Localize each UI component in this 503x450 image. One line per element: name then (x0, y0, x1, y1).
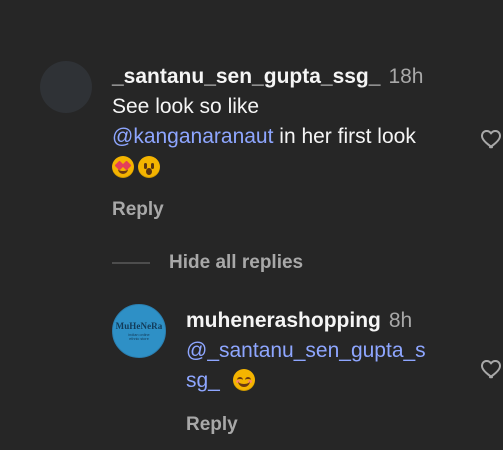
comment-body-suffix: in her first look (273, 125, 416, 148)
reply-username[interactable]: muhenerashopping (186, 309, 381, 332)
comment-mention[interactable]: @kanganaranaut (112, 125, 273, 148)
replies-divider-line (112, 262, 150, 264)
heart-outline-icon[interactable] (480, 126, 503, 150)
reply-reply-button[interactable]: Reply (186, 414, 238, 436)
comment-header-row: _santanu_sen_gupta_ssg_ 18h (112, 62, 472, 92)
hide-replies-toggle[interactable]: Hide all replies (112, 252, 303, 274)
comment-body-line-1: See look so like (112, 95, 260, 118)
brand-logo: MuHeNeRa indian online ethnic store (113, 305, 165, 357)
smiling-face-emoji (232, 369, 255, 391)
comment-emoji-row (112, 152, 472, 182)
reply-avatar[interactable]: MuHeNeRa indian online ethnic store (112, 304, 166, 358)
reply-body-line-1: @_santanu_sen_gupta_s (186, 336, 471, 366)
reply-button[interactable]: Reply (112, 199, 164, 221)
reply-mention-line-2[interactable]: sg_ (186, 369, 220, 392)
comment-content: _santanu_sen_gupta_ssg_ 18h See look so l… (112, 62, 472, 182)
brand-logo-top-text: MuHeNeRa (115, 320, 163, 331)
avatar[interactable] (40, 61, 92, 113)
reply-mention-line-1[interactable]: @_santanu_sen_gupta_s (186, 339, 426, 362)
emoji-group (112, 156, 160, 179)
reply-time: 8h (388, 309, 413, 332)
comment-time: 18h (388, 65, 424, 88)
reply-header-row: muhenerashopping 8h (186, 306, 471, 336)
reply-heart-outline-icon[interactable] (480, 356, 503, 380)
brand-logo-bottom-text: indian online ethnic store (128, 332, 150, 341)
comment-body-line-2: @kanganaranaut in her first look (112, 122, 472, 152)
reply-body-line-2: sg_ (186, 366, 471, 396)
reply-content: muhenerashopping 8h @_santanu_sen_gupta_s… (186, 306, 471, 396)
surprised-face-emoji (138, 156, 160, 179)
comment-username[interactable]: _santanu_sen_gupta_ssg_ (112, 65, 380, 88)
hide-replies-label: Hide all replies (169, 252, 304, 273)
heart-eyes-emoji (112, 156, 134, 179)
